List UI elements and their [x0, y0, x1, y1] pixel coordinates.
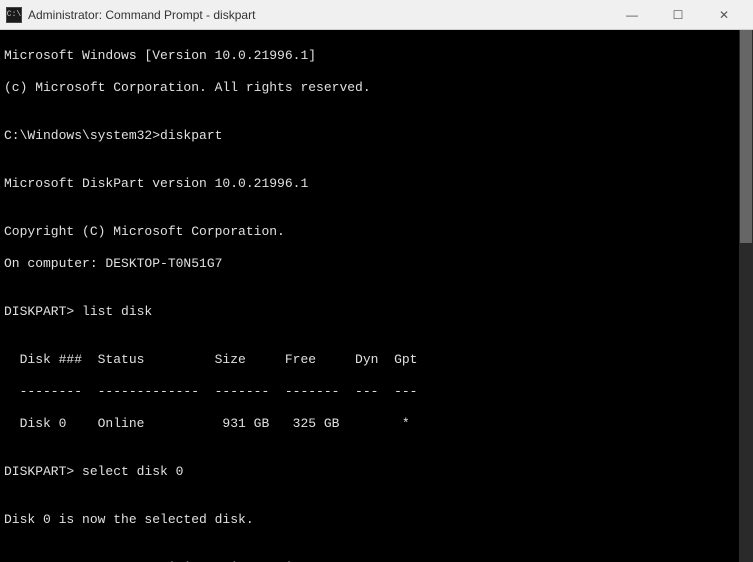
cmd-icon: C:\ — [6, 7, 22, 23]
window-controls: — ☐ ✕ — [609, 0, 747, 30]
output-line: DISKPART> select disk 0 — [4, 464, 749, 480]
output-line: Disk 0 Online 931 GB 325 GB * — [4, 416, 749, 432]
close-button[interactable]: ✕ — [701, 0, 747, 30]
titlebar: C:\ Administrator: Command Prompt - disk… — [0, 0, 753, 30]
output-line: DISKPART> list disk — [4, 304, 749, 320]
maximize-button[interactable]: ☐ — [655, 0, 701, 30]
output-line: Disk ### Status Size Free Dyn Gpt — [4, 352, 749, 368]
output-line: (c) Microsoft Corporation. All rights re… — [4, 80, 749, 96]
output-line: On computer: DESKTOP-T0N51G7 — [4, 256, 749, 272]
window-title: Administrator: Command Prompt - diskpart — [28, 8, 609, 22]
output-line: Copyright (C) Microsoft Corporation. — [4, 224, 749, 240]
minimize-button[interactable]: — — [609, 0, 655, 30]
output-line: Disk 0 is now the selected disk. — [4, 512, 749, 528]
scrollbar[interactable] — [739, 30, 753, 562]
output-line: Microsoft DiskPart version 10.0.21996.1 — [4, 176, 749, 192]
scrollbar-thumb[interactable] — [740, 30, 752, 243]
output-line: -------- ------------- ------- ------- -… — [4, 384, 749, 400]
output-line: C:\Windows\system32>diskpart — [4, 128, 749, 144]
terminal-output[interactable]: Microsoft Windows [Version 10.0.21996.1]… — [0, 30, 753, 562]
output-line: Microsoft Windows [Version 10.0.21996.1] — [4, 48, 749, 64]
